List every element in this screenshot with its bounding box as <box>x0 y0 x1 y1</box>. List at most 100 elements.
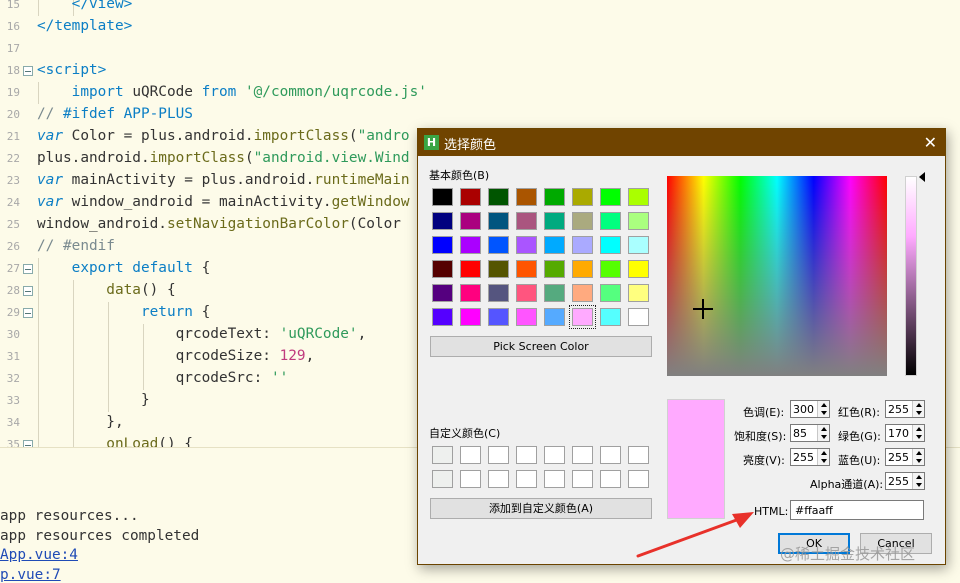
spin-arrows-icon[interactable] <box>912 425 924 441</box>
basic-color-swatch[interactable] <box>488 212 509 230</box>
basic-color-swatch[interactable] <box>432 260 453 278</box>
basic-color-swatch[interactable] <box>432 236 453 254</box>
alpha-spinbox[interactable]: 255 <box>885 472 925 490</box>
basic-color-swatch[interactable] <box>516 308 537 326</box>
basic-color-swatch[interactable] <box>572 188 593 206</box>
basic-color-swatch[interactable] <box>628 236 649 254</box>
basic-color-swatch[interactable] <box>460 284 481 302</box>
basic-color-swatch[interactable] <box>488 188 509 206</box>
basic-color-swatch[interactable] <box>432 188 453 206</box>
basic-color-swatch[interactable] <box>460 236 481 254</box>
basic-color-swatch[interactable] <box>600 260 621 278</box>
basic-color-swatch[interactable] <box>488 308 509 326</box>
fold-toggle-icon[interactable] <box>23 440 33 447</box>
basic-color-swatch[interactable] <box>516 236 537 254</box>
basic-color-swatch[interactable] <box>572 212 593 230</box>
fold-toggle-icon[interactable] <box>23 264 33 274</box>
custom-color-slot[interactable] <box>488 446 509 464</box>
basic-color-swatch[interactable] <box>544 308 565 326</box>
dialog-titlebar[interactable]: H 选择颜色 ✕ <box>418 129 945 156</box>
code-text: window_android.setNavigationBarColor(Col… <box>37 216 401 232</box>
green-spinbox[interactable]: 170 <box>885 424 925 442</box>
custom-color-slot[interactable] <box>600 446 621 464</box>
spin-arrows-icon[interactable] <box>912 401 924 417</box>
custom-color-slot[interactable] <box>572 446 593 464</box>
console-link[interactable]: App.vue:4 <box>0 547 78 563</box>
fold-toggle-icon[interactable] <box>23 66 33 76</box>
custom-color-slot[interactable] <box>488 470 509 488</box>
basic-color-swatch[interactable] <box>572 260 593 278</box>
luminance-slider[interactable] <box>905 176 917 376</box>
custom-color-slot[interactable] <box>544 446 565 464</box>
basic-color-swatch[interactable] <box>516 260 537 278</box>
basic-color-swatch[interactable] <box>432 284 453 302</box>
custom-color-slot[interactable] <box>432 446 453 464</box>
basic-color-swatch[interactable] <box>432 212 453 230</box>
html-hex-input[interactable]: #ffaaff <box>790 500 924 520</box>
fold-toggle-icon[interactable] <box>23 308 33 318</box>
custom-color-slot[interactable] <box>432 470 453 488</box>
basic-color-swatch[interactable] <box>488 284 509 302</box>
code-line[interactable]: 18 <script> <box>0 60 960 82</box>
red-spinbox[interactable]: 255 <box>885 400 925 418</box>
custom-color-slot[interactable] <box>628 446 649 464</box>
basic-color-swatch[interactable] <box>516 188 537 206</box>
basic-color-swatch[interactable] <box>544 188 565 206</box>
basic-color-swatch[interactable] <box>600 188 621 206</box>
custom-color-slot[interactable] <box>600 470 621 488</box>
basic-color-swatch[interactable] <box>460 188 481 206</box>
basic-color-swatch[interactable] <box>544 284 565 302</box>
value-spinbox[interactable]: 255 <box>790 448 830 466</box>
basic-color-swatch[interactable] <box>516 212 537 230</box>
basic-color-swatch[interactable] <box>600 236 621 254</box>
basic-color-swatch[interactable] <box>600 308 621 326</box>
basic-color-swatch[interactable] <box>460 260 481 278</box>
custom-color-slot[interactable] <box>628 470 649 488</box>
basic-color-swatch[interactable] <box>569 305 596 329</box>
spin-arrows-icon[interactable] <box>817 425 829 441</box>
basic-color-swatch[interactable] <box>572 236 593 254</box>
code-line[interactable]: 16 </template> <box>0 16 960 38</box>
basic-color-swatch[interactable] <box>544 260 565 278</box>
spin-arrows-icon[interactable] <box>817 449 829 465</box>
close-icon[interactable]: ✕ <box>924 133 937 152</box>
fold-toggle-icon[interactable] <box>23 286 33 296</box>
hue-spinbox[interactable]: 300 <box>790 400 830 418</box>
basic-color-swatch[interactable] <box>516 284 537 302</box>
basic-color-swatch[interactable] <box>628 212 649 230</box>
code-line[interactable]: 19 import uQRCode from '@/common/uqrcode… <box>0 82 960 104</box>
basic-color-swatch[interactable] <box>460 308 481 326</box>
basic-color-swatch[interactable] <box>544 236 565 254</box>
code-line[interactable]: 20 // #ifdef APP-PLUS <box>0 104 960 126</box>
custom-color-slot[interactable] <box>460 470 481 488</box>
basic-color-swatch[interactable] <box>460 212 481 230</box>
color-spectrum[interactable] <box>667 176 887 376</box>
basic-color-swatch[interactable] <box>544 212 565 230</box>
slider-pointer-icon[interactable] <box>919 172 925 182</box>
custom-color-slot[interactable] <box>516 446 537 464</box>
console-link[interactable]: p.vue:7 <box>0 567 61 583</box>
custom-color-slot[interactable] <box>516 470 537 488</box>
basic-color-swatch[interactable] <box>628 284 649 302</box>
basic-color-swatch[interactable] <box>432 308 453 326</box>
spin-arrows-icon[interactable] <box>912 449 924 465</box>
pick-screen-color-button[interactable]: Pick Screen Color <box>430 336 652 357</box>
spin-arrows-icon[interactable] <box>912 473 924 489</box>
basic-color-swatch[interactable] <box>628 188 649 206</box>
basic-color-swatch[interactable] <box>628 308 649 326</box>
custom-color-slot[interactable] <box>572 470 593 488</box>
custom-color-slot[interactable] <box>544 470 565 488</box>
saturation-spinbox[interactable]: 85 <box>790 424 830 442</box>
basic-color-swatch[interactable] <box>572 284 593 302</box>
basic-color-swatch[interactable] <box>628 260 649 278</box>
add-custom-color-button[interactable]: 添加到自定义颜色(A) <box>430 498 652 519</box>
blue-spinbox[interactable]: 255 <box>885 448 925 466</box>
code-line[interactable]: 15 </view> <box>0 0 960 16</box>
basic-color-swatch[interactable] <box>600 284 621 302</box>
spin-arrows-icon[interactable] <box>817 401 829 417</box>
custom-color-slot[interactable] <box>460 446 481 464</box>
basic-color-swatch[interactable] <box>600 212 621 230</box>
basic-color-swatch[interactable] <box>488 260 509 278</box>
basic-color-swatch[interactable] <box>488 236 509 254</box>
code-line[interactable]: 17 <box>0 38 960 60</box>
